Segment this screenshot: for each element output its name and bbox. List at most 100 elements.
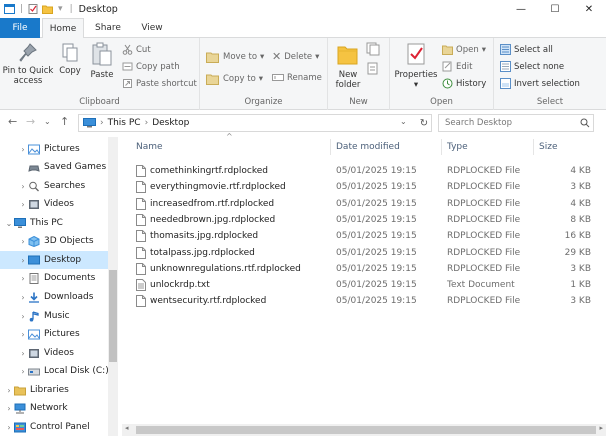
paste-button[interactable]: Paste: [88, 42, 116, 80]
nav-item-documents[interactable]: › Documents: [0, 269, 110, 287]
paste-shortcut-button[interactable]: Paste shortcut: [122, 78, 197, 89]
file-row[interactable]: increasedfrom.rtf.rdplocked 05/01/2025 19…: [122, 196, 606, 212]
expand-chevron-icon[interactable]: ›: [18, 330, 28, 339]
ribbon: Pin to Quick access Copy Paste Cut Copy …: [0, 38, 606, 110]
minimize-button[interactable]: —: [504, 0, 538, 18]
nav-item-network[interactable]: › Network: [0, 399, 110, 417]
back-arrow-icon[interactable]: ←: [8, 115, 17, 128]
new-folder-icon[interactable]: [42, 4, 54, 14]
file-row[interactable]: totalpass.jpg.rdplocked 05/01/2025 19:15 R…: [122, 245, 606, 261]
search-input[interactable]: Search Desktop: [438, 114, 594, 132]
expand-chevron-icon[interactable]: ›: [18, 367, 28, 376]
edit-button[interactable]: Edit: [442, 61, 472, 72]
forward-arrow-icon[interactable]: →: [26, 115, 35, 128]
refresh-icon[interactable]: ↻: [415, 114, 433, 132]
nav-item-3d-objects[interactable]: › 3D Objects: [0, 232, 110, 250]
app-window-icon[interactable]: [4, 4, 15, 14]
properties-check-icon[interactable]: [28, 4, 39, 14]
nav-item-this-pc[interactable]: ⌄ This PC: [0, 214, 110, 232]
expand-chevron-icon[interactable]: ›: [18, 237, 28, 246]
invert-selection-button[interactable]: Invert selection: [500, 78, 580, 89]
horizontal-scrollbar-thumb[interactable]: [136, 426, 596, 434]
nav-item-videos[interactable]: › Videos: [0, 195, 110, 213]
select-all-button[interactable]: Select all: [500, 44, 553, 55]
pin-quick-access-button[interactable]: Pin to Quick access: [2, 42, 54, 86]
new-folder-button[interactable]: New folder: [332, 42, 364, 90]
expand-chevron-icon[interactable]: ›: [4, 423, 14, 432]
close-button[interactable]: ✕: [572, 0, 606, 18]
select-none-button[interactable]: Select none: [500, 61, 564, 72]
expand-chevron-icon[interactable]: ›: [18, 312, 28, 321]
address-bar[interactable]: › This PC › Desktop: [78, 114, 432, 132]
tab-view[interactable]: View: [134, 18, 170, 38]
file-row[interactable]: comethinkingrtf.rdplocked 05/01/2025 19:1…: [122, 163, 606, 179]
rename-button[interactable]: Rename: [272, 72, 322, 83]
expand-chevron-icon[interactable]: ›: [18, 256, 28, 265]
move-to-button[interactable]: Move to ▾: [206, 50, 264, 63]
scroll-left-icon[interactable]: ◂: [125, 424, 129, 432]
recent-locations-icon[interactable]: ⌄: [44, 117, 51, 126]
nav-item-label: Music: [44, 311, 70, 321]
nav-item-music[interactable]: › Music: [0, 307, 110, 325]
expand-chevron-icon[interactable]: ›: [18, 182, 28, 191]
this-pc-icon: [14, 217, 26, 229]
nav-item-desktop[interactable]: › Desktop: [0, 251, 110, 269]
properties-button[interactable]: Properties ▾: [394, 42, 438, 90]
column-header-date[interactable]: Date modified: [336, 137, 442, 157]
column-divider[interactable]: [441, 139, 442, 155]
file-icon: [136, 197, 146, 213]
expand-chevron-icon[interactable]: ›: [4, 404, 14, 413]
history-button[interactable]: History: [442, 78, 486, 89]
delete-button[interactable]: ✕ Delete ▾: [272, 50, 319, 63]
file-row[interactable]: thomasits.jpg.rdplocked 05/01/2025 19:15 R…: [122, 228, 606, 244]
expand-chevron-icon[interactable]: ›: [18, 349, 28, 358]
expand-chevron-icon[interactable]: ›: [18, 293, 28, 302]
copy-path-button[interactable]: Copy path: [122, 61, 180, 72]
column-header-size[interactable]: Size: [539, 137, 599, 157]
expand-chevron-icon[interactable]: ›: [18, 274, 28, 283]
up-arrow-icon[interactable]: ↑: [60, 115, 69, 128]
nav-item-pictures[interactable]: › Pictures: [0, 140, 110, 158]
column-header-type[interactable]: Type: [447, 137, 535, 157]
expand-chevron-icon[interactable]: ›: [4, 386, 14, 395]
column-header-name[interactable]: Name: [136, 137, 332, 157]
qa-dropdown-icon[interactable]: ▾: [58, 4, 63, 14]
breadcrumb-this-pc[interactable]: This PC: [108, 118, 141, 128]
copy-to-button[interactable]: Copy to ▾: [206, 72, 263, 85]
expand-chevron-icon[interactable]: ›: [18, 200, 28, 209]
column-divider[interactable]: [330, 139, 331, 155]
cut-button[interactable]: Cut: [122, 44, 151, 55]
maximize-button[interactable]: ☐: [538, 0, 572, 18]
nav-item-saved-games[interactable]: Saved Games: [0, 158, 110, 176]
nav-item-pictures[interactable]: › Pictures: [0, 325, 110, 343]
nav-scrollbar[interactable]: [108, 137, 118, 437]
nav-item-videos[interactable]: › Videos: [0, 344, 110, 362]
file-row[interactable]: neededbrown.jpg.rdplocked 05/01/2025 19:1…: [122, 212, 606, 228]
scroll-right-icon[interactable]: ▸: [599, 424, 603, 432]
file-row[interactable]: unknownregulations.rtf.rdplocked 05/01/20…: [122, 261, 606, 277]
horizontal-scrollbar[interactable]: ◂ ▸: [122, 424, 606, 436]
breadcrumb-desktop[interactable]: Desktop: [152, 118, 189, 128]
nav-item-libraries[interactable]: › Libraries: [0, 381, 110, 399]
nav-item-downloads[interactable]: › Downloads: [0, 288, 110, 306]
new-item-icon[interactable]: [366, 42, 382, 56]
file-row[interactable]: wentsecurity.rtf.rdplocked 05/01/2025 19:…: [122, 293, 606, 309]
select-group: Select all Select none Invert selection …: [494, 38, 606, 110]
open-button[interactable]: Open ▾: [442, 44, 486, 55]
nav-scrollbar-thumb[interactable]: [109, 270, 117, 362]
nav-item-searches[interactable]: › Searches: [0, 177, 110, 195]
tab-home[interactable]: Home: [42, 18, 84, 39]
file-row[interactable]: everythingmovie.rtf.rdplocked 05/01/2025 …: [122, 179, 606, 195]
expand-chevron-icon[interactable]: ›: [18, 145, 28, 154]
file-row[interactable]: unlockrdp.txt 05/01/2025 19:15 Text Docume…: [122, 277, 606, 293]
file-size: 4 KB: [570, 198, 591, 209]
nav-item-local-disk-c[interactable]: › Local Disk (C:): [0, 362, 110, 380]
address-dropdown-icon[interactable]: ⌄: [400, 117, 407, 126]
tab-file[interactable]: File: [0, 18, 40, 38]
tab-share[interactable]: Share: [90, 18, 126, 38]
column-divider[interactable]: [533, 139, 534, 155]
nav-item-control-panel[interactable]: › Control Panel: [0, 418, 110, 436]
copy-button[interactable]: Copy: [56, 42, 84, 76]
expand-chevron-icon[interactable]: ⌄: [4, 219, 14, 228]
easy-access-icon[interactable]: [366, 62, 382, 76]
